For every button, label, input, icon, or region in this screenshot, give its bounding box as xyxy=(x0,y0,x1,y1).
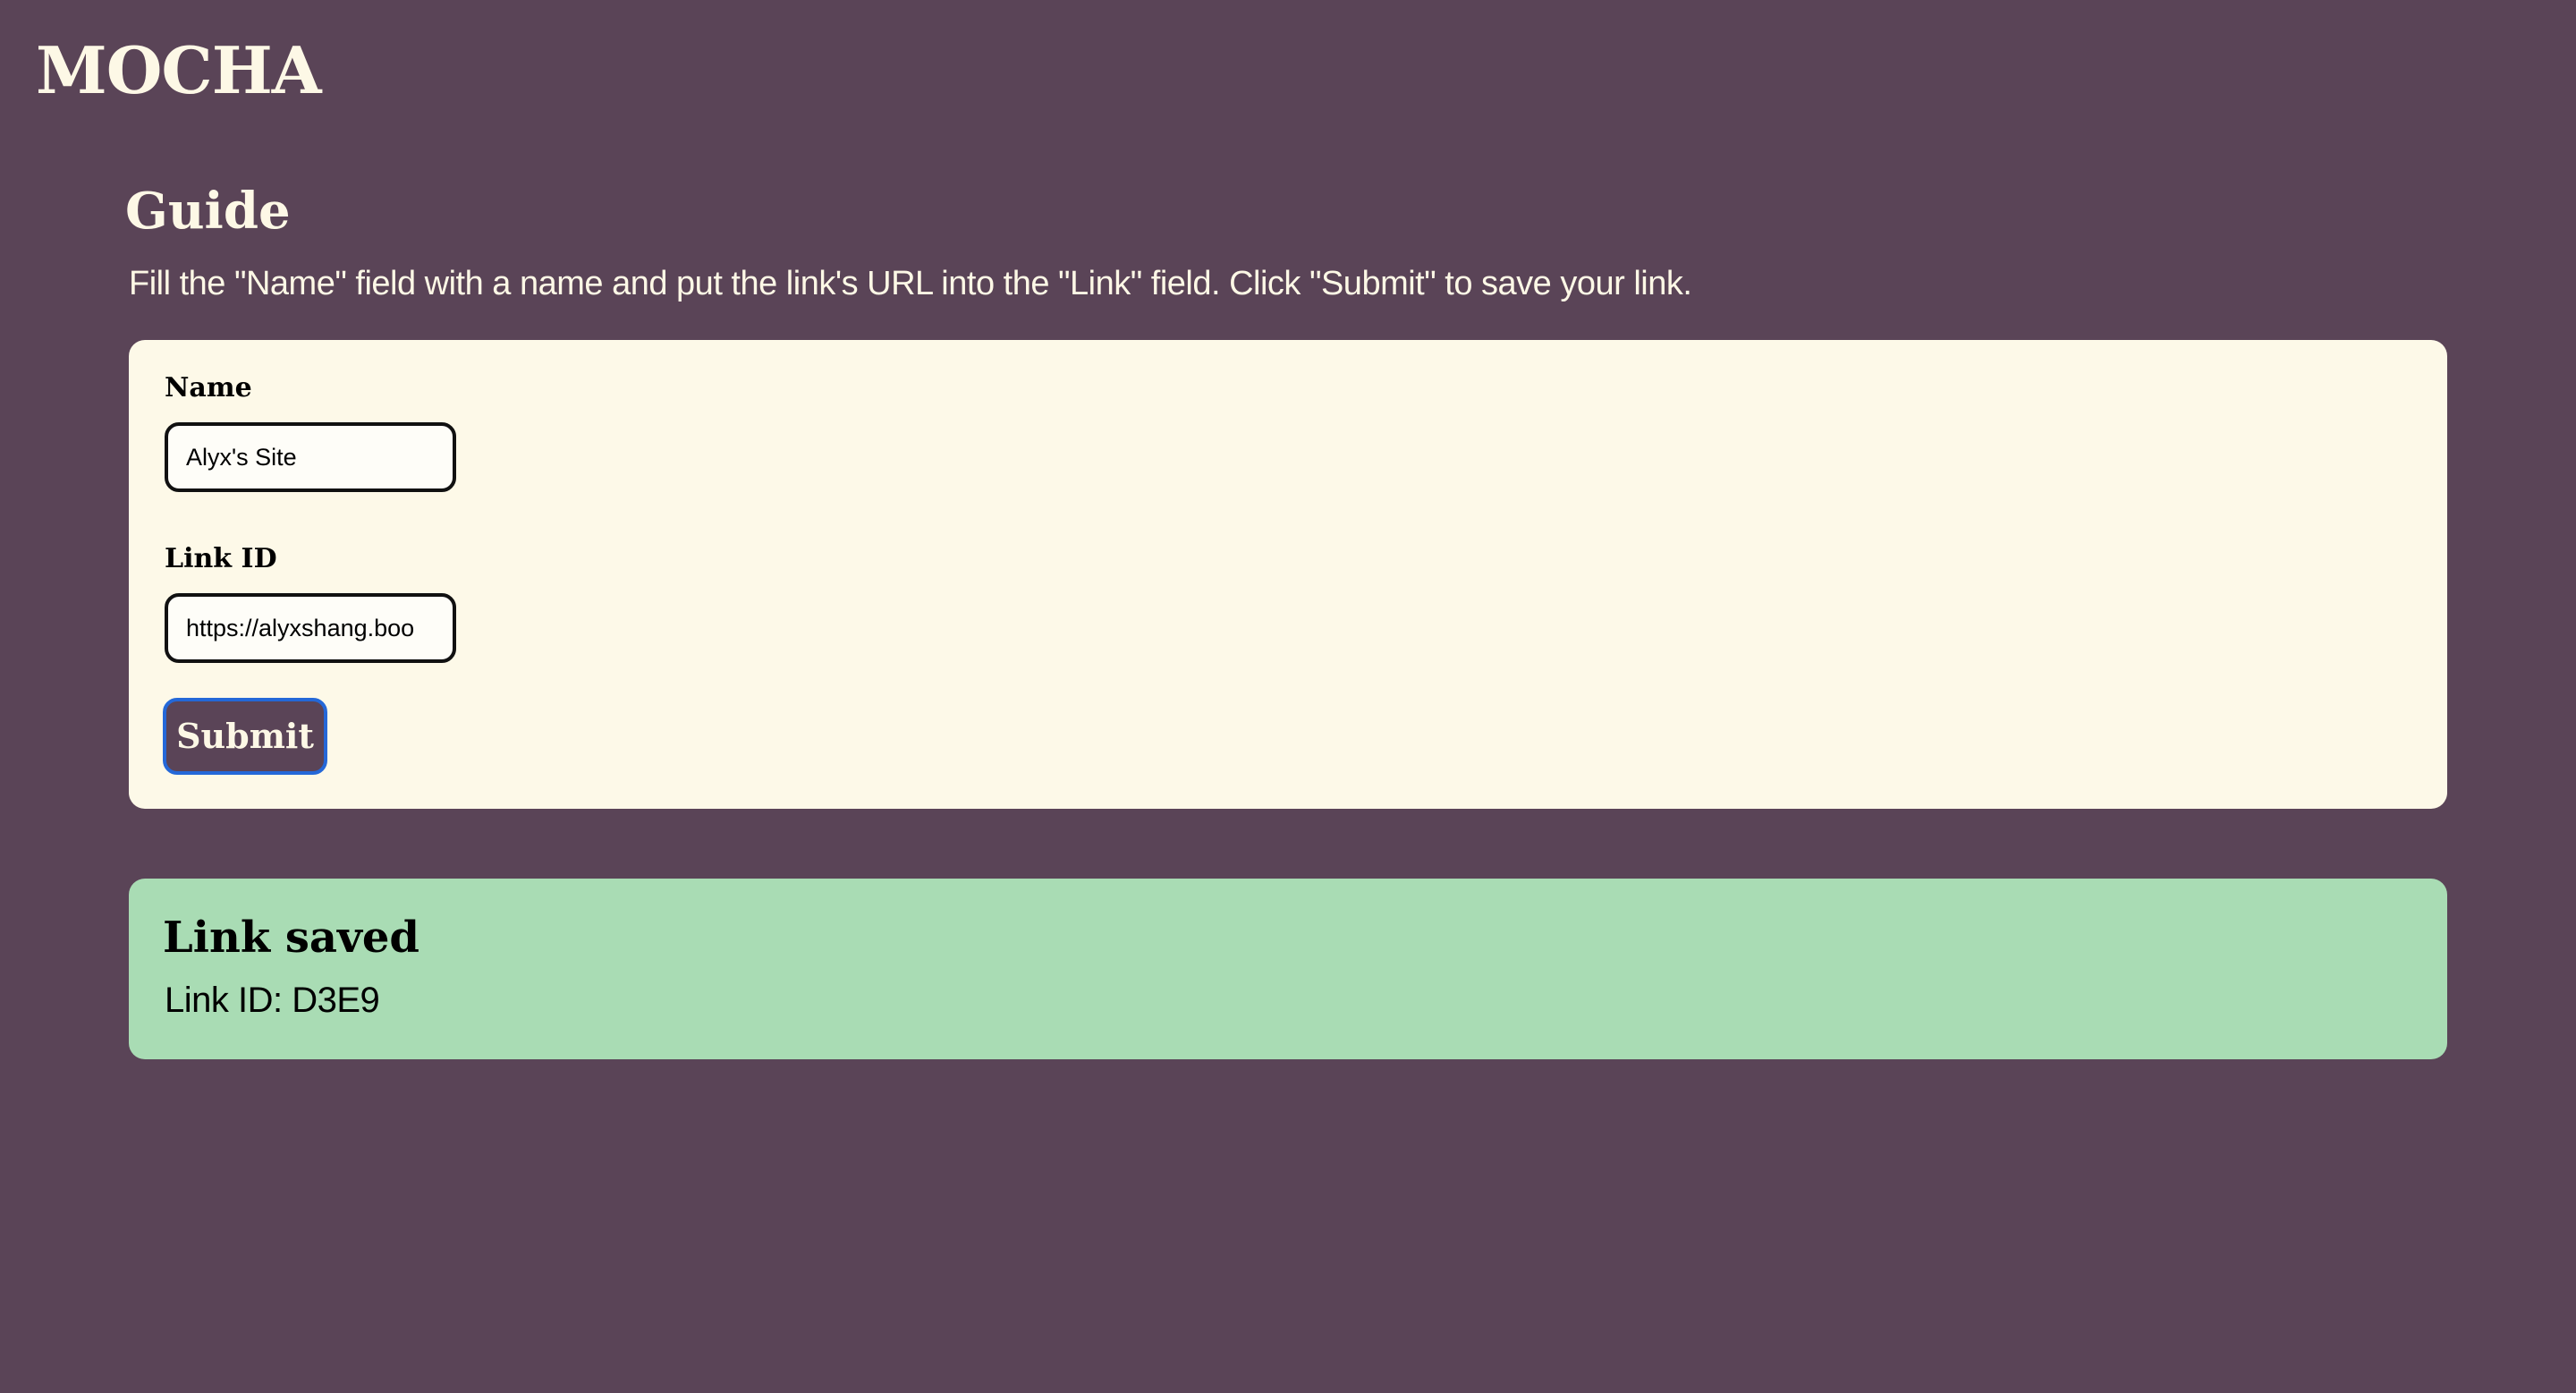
link-id-field-label: Link ID xyxy=(165,543,277,574)
app-logo: MOCHA xyxy=(36,32,322,108)
name-field-label: Name xyxy=(165,372,252,403)
name-input[interactable] xyxy=(165,422,456,492)
link-saved-alert: Link saved Link ID: D3E9 xyxy=(129,879,2447,1059)
guide-instructions: Fill the "Name" field with a name and pu… xyxy=(129,265,1692,302)
link-input[interactable] xyxy=(165,593,456,663)
alert-title: Link saved xyxy=(163,913,419,963)
guide-title: Guide xyxy=(125,182,291,241)
submit-button[interactable]: Submit xyxy=(163,698,327,775)
link-form-card: Name Link ID Submit xyxy=(129,340,2447,809)
alert-link-id: Link ID: D3E9 xyxy=(165,981,380,1020)
